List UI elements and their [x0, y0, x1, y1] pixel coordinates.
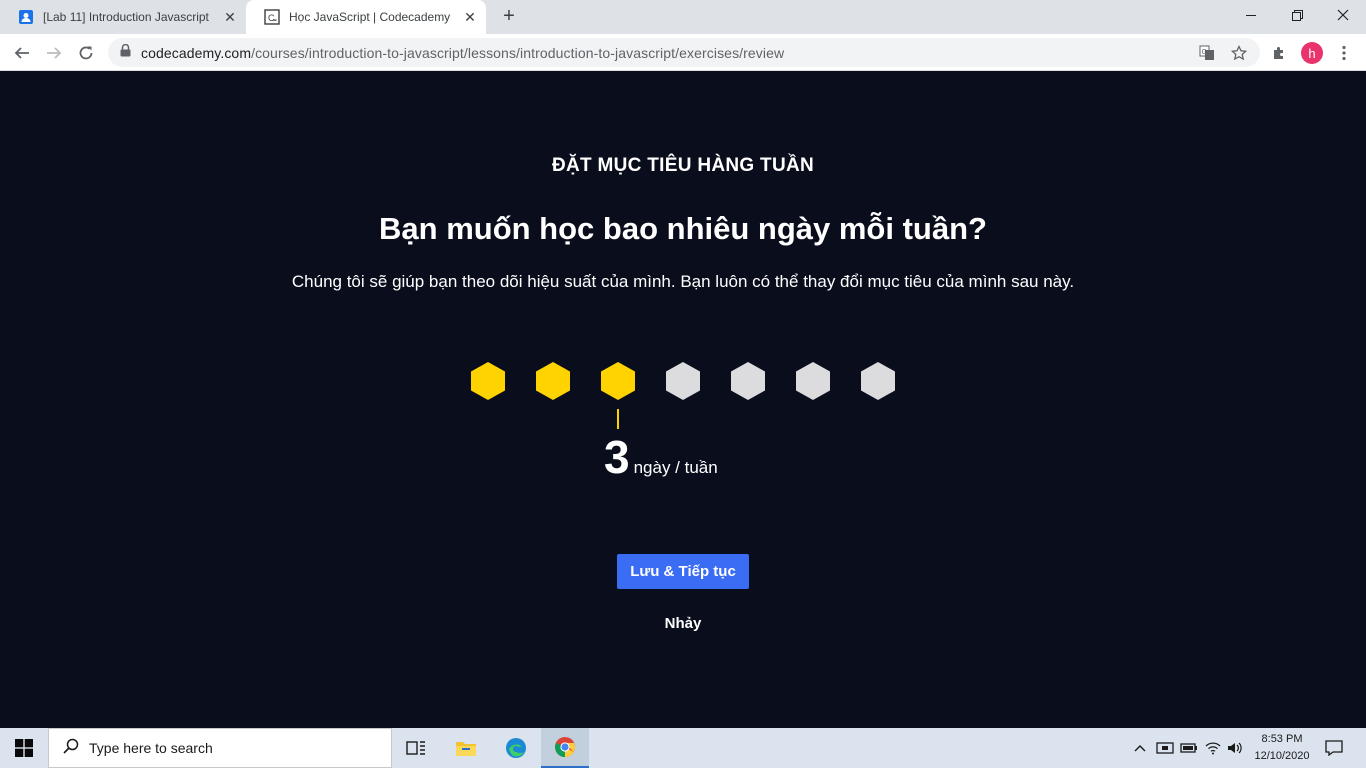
task-view-icon[interactable] [392, 728, 440, 768]
person-icon [18, 9, 34, 25]
reload-icon[interactable] [72, 39, 100, 67]
browser-toolbar: codecademy.com/courses/introduction-to-j… [0, 34, 1366, 71]
clock-time: 8:53 PM [1261, 733, 1303, 745]
bookmark-star-icon[interactable] [1230, 44, 1248, 62]
days-count: 3 [604, 431, 630, 483]
tab-title: Học JavaScript | Codecademy [289, 10, 451, 24]
selection-marker [617, 409, 619, 429]
day-hexagon-7[interactable] [860, 361, 896, 401]
tab-lab11[interactable]: [Lab 11] Introduction Javascript ✕ [0, 0, 246, 34]
page-subtitle: Chúng tôi sẽ giúp bạn theo dõi hiệu suất… [291, 272, 1075, 291]
chevron-up-icon[interactable] [1130, 728, 1150, 768]
windows-start-icon[interactable] [0, 728, 48, 768]
close-window-icon[interactable] [1320, 0, 1366, 30]
save-continue-button[interactable]: Lưu & Tiếp tục [617, 554, 749, 589]
wifi-icon[interactable] [1202, 728, 1224, 768]
chrome-browser-icon[interactable] [541, 728, 589, 768]
page-title: Bạn muốn học bao nhiêu ngày mỗi tuần? [379, 211, 987, 246]
lock-icon [120, 43, 131, 62]
file-explorer-icon[interactable] [442, 728, 490, 768]
restore-icon[interactable] [1274, 0, 1320, 30]
new-tab-button[interactable]: + [498, 6, 520, 28]
browser-tab-bar: [Lab 11] Introduction Javascript ✕ C Học… [0, 0, 1366, 34]
close-icon[interactable]: ✕ [220, 7, 240, 27]
codecademy-icon: C [264, 9, 280, 25]
url-text: codecademy.com/courses/introduction-to-j… [141, 45, 784, 61]
network-adapter-icon[interactable] [1154, 728, 1176, 768]
skip-link[interactable]: Nhảy [0, 615, 1366, 632]
url-path: /courses/introduction-to-javascript/less… [251, 44, 785, 61]
clock-date: 12/10/2020 [1254, 750, 1310, 762]
section-eyebrow: ĐẶT MỤC TIÊU HÀNG TUẦN [551, 155, 815, 176]
forward-icon[interactable] [40, 39, 68, 67]
search-placeholder: Type here to search [89, 740, 213, 756]
days-per-week-readout: 3 ngày / tuần [604, 429, 718, 485]
notifications-icon[interactable] [1320, 728, 1348, 768]
minimize-icon[interactable] [1228, 0, 1274, 30]
avatar[interactable]: h [1300, 41, 1324, 65]
url-domain: codecademy.com [141, 44, 252, 61]
battery-icon[interactable] [1178, 728, 1200, 768]
svg-text:C: C [268, 13, 275, 23]
search-icon [63, 738, 79, 759]
translate-icon[interactable]: G [1198, 44, 1216, 62]
back-icon[interactable] [8, 39, 36, 67]
day-hexagon-6[interactable] [795, 361, 831, 401]
day-hexagon-1[interactable] [470, 361, 506, 401]
days-unit-label: ngày / tuần [633, 458, 718, 477]
taskbar-clock[interactable]: 8:53 PM 12/10/2020 [1240, 731, 1324, 765]
day-hexagon-2[interactable] [535, 361, 571, 401]
edge-browser-icon[interactable] [492, 728, 540, 768]
tab-codecademy[interactable]: C Học JavaScript | Codecademy ✕ [246, 0, 486, 34]
windows-taskbar: Type here to search 8:53 PM 12/10/2020 [0, 728, 1366, 768]
close-icon[interactable]: ✕ [460, 7, 480, 27]
address-bar[interactable]: codecademy.com/courses/introduction-to-j… [108, 38, 1260, 67]
menu-kebab-icon[interactable] [1332, 41, 1356, 65]
day-hexagon-4[interactable] [665, 361, 701, 401]
day-hexagon-5[interactable] [730, 361, 766, 401]
taskbar-search-box[interactable]: Type here to search [48, 728, 392, 768]
goal-setting-page: ĐẶT MỤC TIÊU HÀNG TUẦN Bạn muốn học bao … [0, 71, 1366, 728]
day-hexagon-3[interactable] [600, 361, 636, 401]
tab-title: [Lab 11] Introduction Javascript [43, 10, 209, 24]
svg-text:G: G [1202, 49, 1207, 56]
extensions-puzzle-icon[interactable] [1267, 41, 1291, 65]
